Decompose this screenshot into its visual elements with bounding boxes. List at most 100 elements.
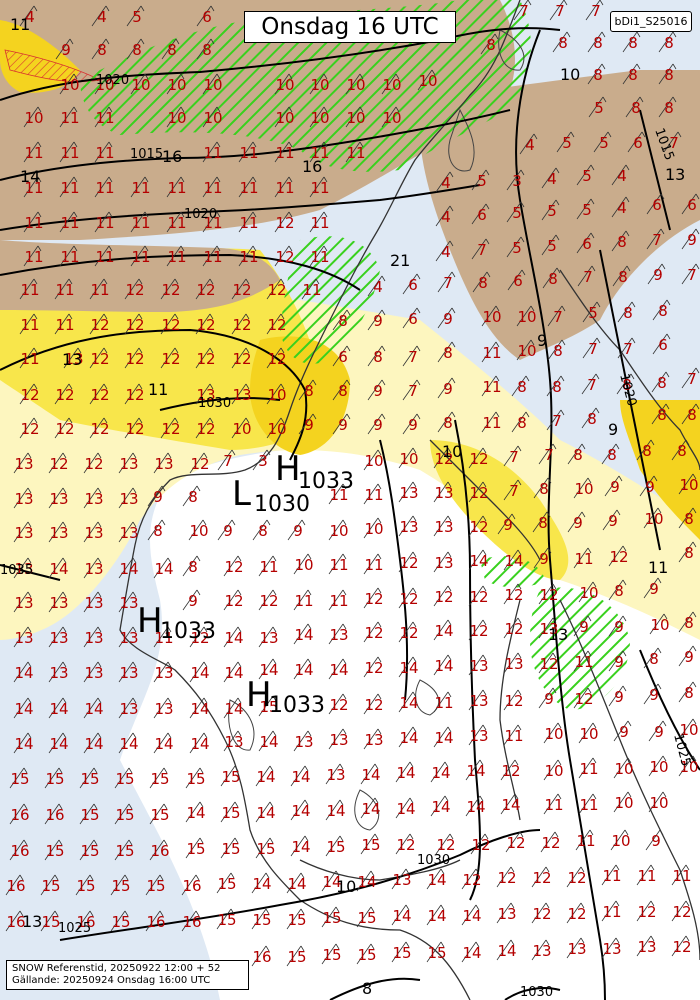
temperature-label: 7 (587, 376, 597, 394)
temperature-label: 11 (482, 378, 501, 396)
temperature-label: 10 (275, 109, 294, 127)
black-label: 13 (665, 165, 685, 184)
temperature-label: 5 (512, 204, 522, 222)
temperature-label: 14 (504, 552, 523, 570)
temperature-label: 8 (548, 270, 558, 288)
temperature-label: 12 (161, 281, 180, 299)
temperature-label: 10 (267, 420, 286, 438)
temperature-label: 5 (599, 134, 609, 152)
temperature-label: 15 (146, 877, 165, 895)
temperature-label: 11 (95, 248, 114, 266)
temperature-label: 10 (482, 308, 501, 326)
temperature-label: 12 (275, 248, 294, 266)
temperature-label: 8 (677, 442, 687, 460)
temperature-label: 9 (610, 478, 620, 496)
temperature-label: 11 (239, 179, 258, 197)
temperature-label: 11 (482, 414, 501, 432)
temperature-label: 9 (304, 416, 314, 434)
temperature-label: 8 (618, 268, 628, 286)
temperature-label: 11 (95, 179, 114, 197)
temperature-label: 4 (525, 136, 535, 154)
temperature-label: 15 (427, 944, 446, 962)
temperature-label: 9 (614, 688, 624, 706)
temperature-label: 11 (544, 796, 563, 814)
temperature-label: 14 (361, 766, 380, 784)
temperature-label: 10 (310, 76, 329, 94)
high-pressure-value: 1033 (269, 693, 325, 718)
temperature-label: 11 (275, 179, 294, 197)
temperature-label: 11 (576, 832, 595, 850)
valid-time: Gällande: 20250924 Onsdag 16:00 UTC (12, 975, 211, 986)
temperature-label: 10 (517, 342, 536, 360)
temperature-label: 9 (539, 550, 549, 568)
temperature-label: 15 (221, 840, 240, 858)
temperature-label: 11 (60, 109, 79, 127)
temperature-label: 12 (364, 696, 383, 714)
temperature-label: 10 (203, 109, 222, 127)
black-label: 10 (560, 65, 580, 84)
temperature-label: 10 (650, 616, 669, 634)
temperature-label: 12 (469, 518, 488, 536)
temperature-label: 8 (628, 66, 638, 84)
temperature-label: 12 (161, 316, 180, 334)
temperature-label: 7 (552, 412, 562, 430)
temperature-label: 12 (90, 316, 109, 334)
temperature-label: 11 (294, 592, 313, 610)
temperature-label: 15 (221, 804, 240, 822)
temperature-label: 10 (579, 725, 598, 743)
temperature-label: 12 (20, 386, 39, 404)
temperature-label: 13 (49, 594, 68, 612)
temperature-label: 13 (84, 594, 103, 612)
temperature-label: 7 (687, 266, 697, 284)
temperature-label: 15 (111, 877, 130, 895)
temperature-label: 11 (310, 214, 329, 232)
temperature-label: 10 (649, 758, 668, 776)
temperature-label: 12 (399, 554, 418, 572)
temperature-label: 12 (224, 592, 243, 610)
temperature-label: 9 (573, 514, 583, 532)
weather-map: 4 4 5 6 7 7 79 8 8 8 8 8 8 8 8 810 10 10 10 10 10 10 10 10 10 8 8 8… (0, 0, 700, 1000)
temperature-label: 10 (131, 76, 150, 94)
temperature-label: 6 (202, 8, 212, 26)
temperature-label: 9 (61, 41, 71, 59)
temperature-label: 9 (443, 310, 453, 328)
temperature-label: 12 (224, 558, 243, 576)
temperature-label: 10 (275, 76, 294, 94)
temperature-label: 13 (119, 594, 138, 612)
temperature-label: 12 (637, 903, 656, 921)
temperature-label: 7 (687, 370, 697, 388)
temperature-label: 14 (291, 838, 310, 856)
low-pressure-letter: L (232, 474, 251, 514)
temperature-label: 12 (436, 836, 455, 854)
temperature-label: 13 (119, 490, 138, 508)
temperature-label: 9 (684, 648, 694, 666)
temperature-label: 12 (90, 350, 109, 368)
temperature-label: 12 (55, 386, 74, 404)
temperature-label: 11 (55, 281, 74, 299)
temperature-label: 8 (538, 514, 548, 532)
temperature-label: 10 (310, 109, 329, 127)
temperature-label: 10 (382, 76, 401, 94)
temperature-label: 10 (382, 109, 401, 127)
temperature-label: 13 (326, 766, 345, 784)
high-pressure-value: 1033 (298, 469, 354, 494)
temperature-label: 12 (574, 690, 593, 708)
temperature-label: 11 (95, 109, 114, 127)
temperature-label: 11 (167, 248, 186, 266)
temperature-label: 14 (256, 768, 275, 786)
temperature-label: 14 (431, 764, 450, 782)
high-pressure-letter: H (275, 449, 301, 489)
black-label: 9 (608, 420, 618, 439)
black-label: 13 (548, 625, 568, 644)
temperature-label: 9 (544, 690, 554, 708)
temperature-label: 8 (153, 522, 163, 540)
temperature-label: 13 (259, 629, 278, 647)
temperature-label: 12 (462, 871, 481, 889)
temperature-label: 12 (196, 420, 215, 438)
temperature-label: 10 (203, 76, 222, 94)
temperature-label: 8 (167, 41, 177, 59)
temperature-label: 12 (161, 350, 180, 368)
temperature-label: 11 (60, 214, 79, 232)
temperature-label: 9 (649, 686, 659, 704)
temperature-label: 15 (80, 770, 99, 788)
